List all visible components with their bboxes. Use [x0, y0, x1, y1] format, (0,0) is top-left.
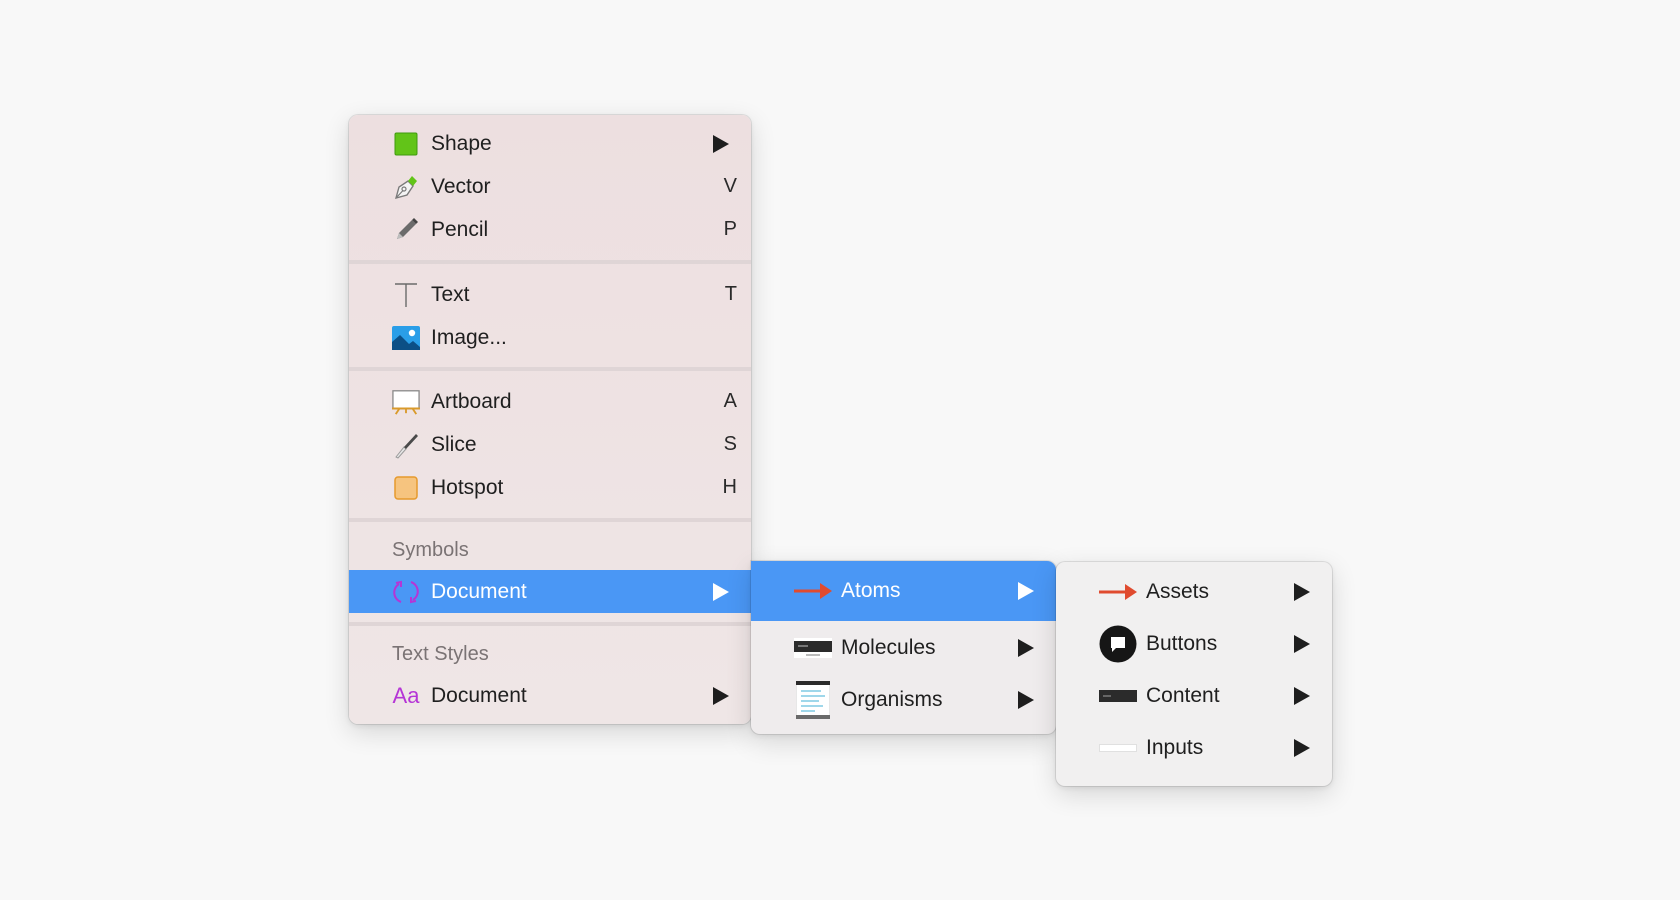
menu-item-label: Vector — [431, 174, 491, 198]
submenu-arrow-icon — [713, 134, 729, 153]
shortcut-label: P — [723, 218, 737, 240]
menu-item-label: Document — [431, 579, 527, 603]
menu-item-label: Buttons — [1146, 632, 1218, 655]
text-cursor-icon — [392, 281, 420, 309]
menu-item-label: Artboard — [431, 389, 512, 413]
shortcut-label: S — [723, 433, 737, 455]
section-header-symbols: Symbols — [392, 539, 469, 561]
menu-item-text-styles-document[interactable]: Aa Document — [349, 674, 751, 717]
symbols-submenu: Atoms Molecules Organisms — [751, 561, 1056, 734]
submenu-item-organisms[interactable]: Organisms — [751, 676, 1056, 724]
menu-item-image[interactable]: Image... — [349, 316, 751, 359]
menu-item-label: Document — [431, 683, 527, 707]
submenu-arrow-icon — [1294, 583, 1310, 601]
submenu-arrow-icon — [1294, 687, 1310, 705]
submenu-arrow-icon — [1294, 739, 1310, 757]
organism-thumbnail-icon — [793, 681, 833, 719]
red-arrow-icon — [1098, 578, 1138, 606]
input-field-icon — [1098, 734, 1138, 762]
menu-separator — [349, 260, 751, 264]
menu-item-shape[interactable]: Shape — [349, 122, 751, 165]
shortcut-label: T — [724, 283, 737, 305]
text-style-glyph: Aa — [392, 682, 420, 708]
menu-item-label: Atoms — [841, 579, 901, 602]
menu-item-artboard[interactable]: Artboard A — [349, 380, 751, 423]
menu-item-label: Slice — [431, 432, 477, 456]
shortcut-label: A — [723, 390, 737, 412]
content-bar-icon — [1098, 682, 1138, 710]
menu-item-label: Hotspot — [431, 475, 504, 499]
submenu-item-assets[interactable]: Assets — [1056, 570, 1332, 614]
submenu-item-buttons[interactable]: Buttons — [1056, 622, 1332, 666]
chat-bubble-icon — [1098, 625, 1138, 663]
menu-item-label: Molecules — [841, 636, 936, 659]
submenu-arrow-icon — [1018, 639, 1034, 657]
submenu-item-inputs[interactable]: Inputs — [1056, 726, 1332, 770]
menu-item-label: Image... — [431, 325, 507, 349]
menu-separator — [349, 367, 751, 371]
submenu-arrow-icon — [713, 686, 729, 705]
menu-item-label: Shape — [431, 131, 492, 155]
menu-item-symbols-document[interactable]: Document — [349, 570, 751, 613]
section-header-text-styles: Text Styles — [392, 643, 489, 665]
submenu-item-molecules[interactable]: Molecules — [751, 624, 1056, 672]
menu-item-label: Pencil — [431, 217, 489, 241]
shortcut-label: V — [723, 175, 737, 197]
pencil-icon — [392, 216, 420, 244]
text-style-icon: Aa — [392, 682, 420, 710]
menu-item-label: Text — [431, 282, 470, 306]
shape-icon — [392, 130, 420, 158]
easel-icon — [392, 388, 420, 416]
menu-item-slice[interactable]: Slice S — [349, 423, 751, 466]
atoms-submenu: Assets Buttons Content Inputs — [1056, 562, 1332, 786]
submenu-item-content[interactable]: Content — [1056, 674, 1332, 718]
image-icon — [392, 324, 420, 352]
menu-item-pencil[interactable]: Pencil P — [349, 208, 751, 251]
submenu-arrow-icon — [1018, 582, 1034, 600]
menu-item-vector[interactable]: Vector V — [349, 165, 751, 208]
molecule-thumbnail-icon — [793, 634, 833, 662]
submenu-arrow-icon — [1018, 691, 1034, 709]
hotspot-icon — [392, 474, 420, 502]
menu-item-hotspot[interactable]: Hotspot H — [349, 466, 751, 509]
menu-item-label: Inputs — [1146, 736, 1204, 759]
red-arrow-icon — [793, 577, 833, 605]
menu-separator — [349, 622, 751, 626]
pen-icon — [392, 173, 420, 201]
insert-menu: Shape Vector V Pencil P Text T Image... … — [349, 115, 751, 724]
knife-icon — [392, 431, 420, 459]
submenu-item-atoms[interactable]: Atoms — [751, 561, 1056, 621]
submenu-arrow-icon — [1294, 635, 1310, 653]
menu-item-label: Content — [1146, 684, 1220, 707]
menu-item-text[interactable]: Text T — [349, 273, 751, 316]
menu-item-label: Assets — [1146, 580, 1210, 603]
submenu-arrow-icon — [713, 582, 729, 601]
menu-item-label: Organisms — [841, 688, 943, 711]
shortcut-label: H — [722, 476, 737, 498]
menu-separator — [349, 518, 751, 522]
symbol-sync-icon — [392, 578, 420, 606]
